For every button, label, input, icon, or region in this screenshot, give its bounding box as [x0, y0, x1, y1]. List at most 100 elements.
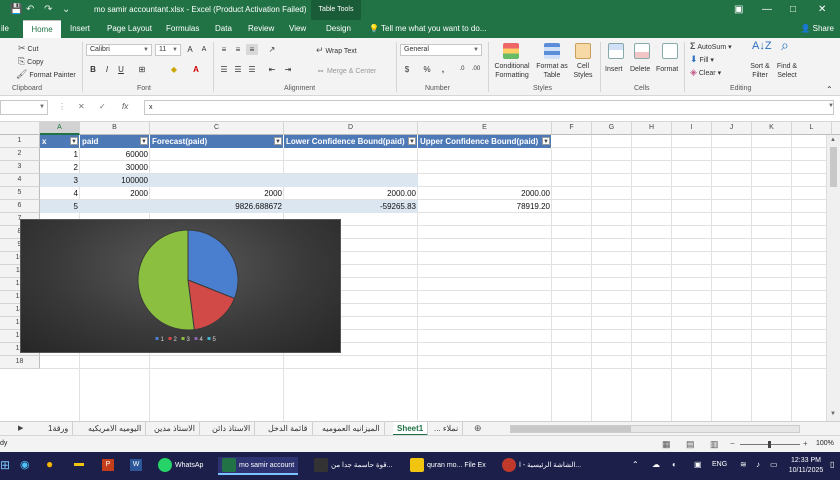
column-header-j[interactable]: J	[712, 122, 752, 135]
orientation-icon[interactable]: ↗	[266, 44, 278, 55]
row-header-3[interactable]: 3	[0, 161, 40, 174]
table-cell[interactable]: 5	[40, 200, 80, 213]
tab-file[interactable]: ile	[0, 20, 18, 38]
zoom-slider-thumb[interactable]	[768, 441, 771, 448]
vertical-scrollbar[interactable]: ▲ ▼	[826, 135, 840, 421]
format-button[interactable]: Format	[656, 65, 678, 74]
tab-design[interactable]: Design	[326, 20, 351, 38]
align-center-icon[interactable]: ☰	[232, 64, 244, 75]
table-header-2[interactable]: Forecast(paid) ▼	[150, 135, 284, 148]
sheet-tab-5[interactable]: قائمة الدخل	[264, 422, 313, 436]
currency-button[interactable]: $	[401, 64, 413, 75]
scroll-sheets-icon[interactable]: ▶	[18, 424, 23, 432]
sheet-tab-6[interactable]: الميزانيه العموميه	[318, 422, 385, 436]
magnifier-icon[interactable]: ⌕	[781, 38, 789, 52]
column-header-a[interactable]: A	[40, 122, 80, 135]
windows-start-icon[interactable]: ⊞	[0, 458, 10, 472]
table-cell[interactable]: 1	[40, 148, 80, 161]
cell-styles-icon[interactable]	[575, 43, 591, 59]
shrink-font-icon[interactable]: A	[198, 44, 210, 55]
format-cells-icon[interactable]	[662, 43, 678, 59]
filter-dropdown-icon[interactable]: ▼	[408, 137, 416, 145]
column-header-c[interactable]: C	[150, 122, 284, 135]
table-header-1[interactable]: paid ▼	[80, 135, 150, 148]
italic-button[interactable]: I	[101, 64, 113, 75]
filter-dropdown-icon[interactable]: ▼	[542, 137, 550, 145]
cell-styles-button[interactable]: Cell Styles	[568, 62, 598, 80]
increase-indent-icon[interactable]: ⇥	[282, 64, 294, 75]
redo-icon[interactable]: ↷	[44, 4, 52, 15]
font-name-select[interactable]: Calibri ▼	[86, 44, 152, 56]
table-cell[interactable]: 2000.00	[418, 187, 552, 200]
tab-home[interactable]: Home	[23, 20, 61, 38]
clock-time[interactable]: 12:33 PM	[788, 457, 824, 464]
column-header-b[interactable]: B	[80, 122, 150, 135]
format-as-table-icon[interactable]	[544, 43, 560, 59]
minimize-button[interactable]: —	[762, 3, 772, 17]
delete-button[interactable]: Delete	[630, 65, 650, 74]
select-all-corner[interactable]	[0, 122, 40, 135]
underline-button[interactable]: U	[115, 64, 127, 75]
font-color-icon[interactable]: A	[190, 64, 202, 75]
find-select-button[interactable]: Find & Select	[772, 62, 802, 80]
row-header-4[interactable]: 4	[0, 174, 40, 187]
maximize-button[interactable]: □	[790, 3, 796, 17]
delete-cells-icon[interactable]	[634, 43, 650, 59]
format-as-table-button[interactable]: Format as Table	[534, 62, 570, 80]
bold-button[interactable]: B	[87, 64, 99, 75]
table-cell[interactable]: 30000	[80, 161, 150, 174]
tray-chevron-icon[interactable]: ⌃	[632, 460, 639, 469]
clear-button[interactable]: ◈ Clear ▾	[690, 68, 721, 78]
row-header-5[interactable]: 5	[0, 187, 40, 200]
language-indicator[interactable]: ENG	[712, 461, 727, 468]
decrease-indent-icon[interactable]: ⇤	[266, 64, 278, 75]
sheet-tab-active[interactable]: Sheet1	[393, 422, 429, 436]
battery-icon[interactable]: ▭	[770, 460, 778, 469]
customize-icon[interactable]: ⌄	[62, 4, 70, 15]
table-header-0[interactable]: x ▼	[40, 135, 80, 148]
row-header-18[interactable]: 18	[0, 356, 40, 369]
pie-chart[interactable]: 1 2 3 4 5	[20, 219, 341, 353]
column-header-h[interactable]: H	[632, 122, 672, 135]
taskbar-whatsapp[interactable]: WhatsAp	[158, 457, 203, 475]
normal-view-icon[interactable]: ▦	[662, 439, 671, 450]
h-scroll-thumb[interactable]	[511, 426, 631, 432]
table-cell[interactable]: 2	[40, 161, 80, 174]
scroll-thumb[interactable]	[830, 147, 837, 187]
expand-formula-icon[interactable]: ▼	[828, 103, 834, 109]
scroll-up-icon[interactable]: ▲	[830, 137, 836, 143]
column-header-i[interactable]: I	[672, 122, 712, 135]
font-size-select[interactable]: 11 ▼	[155, 44, 181, 56]
file-explorer-icon[interactable]: ▬	[74, 458, 84, 469]
zoom-level[interactable]: 100%	[816, 440, 834, 447]
powerpoint-icon[interactable]: P	[102, 459, 114, 471]
percent-button[interactable]: %	[421, 64, 433, 75]
table-header-4[interactable]: Upper Confidence Bound(paid) ▼	[418, 135, 552, 148]
notifications-icon[interactable]: ▯	[830, 460, 834, 469]
filter-dropdown-icon[interactable]: ▼	[274, 137, 282, 145]
sort-filter-button[interactable]: Sort & Filter	[745, 62, 775, 80]
column-header-e[interactable]: E	[418, 122, 552, 135]
sort-filter-icon[interactable]: A↓Z	[752, 41, 772, 52]
sheet-tab-more[interactable]: ... نملاء	[430, 422, 464, 436]
align-right-icon[interactable]: ☰	[246, 64, 258, 75]
grow-font-icon[interactable]: A	[184, 44, 196, 55]
merge-center-button[interactable]: ⇔ Merge & Center	[316, 66, 376, 76]
align-top-icon[interactable]: ≡	[218, 44, 230, 55]
conditional-formatting-icon[interactable]	[503, 43, 519, 59]
scroll-down-icon[interactable]: ▼	[830, 411, 836, 417]
table-cell[interactable]: 9826.688672	[150, 200, 284, 213]
column-header-m[interactable]: M	[832, 122, 840, 135]
format-painter-button[interactable]: 🖌 Format Painter	[16, 70, 76, 80]
table-cell[interactable]: -59265.83	[284, 200, 418, 213]
table-cell[interactable]: 100000	[80, 174, 150, 187]
table-cell[interactable]: 2000	[150, 187, 284, 200]
filter-dropdown-icon[interactable]: ▼	[140, 137, 148, 145]
speaker-icon[interactable]: ♪	[756, 460, 760, 469]
zoom-in-icon[interactable]: +	[803, 439, 808, 448]
column-header-d[interactable]: D	[284, 122, 418, 135]
tell-me-search[interactable]: 💡 Tell me what you want to do...	[369, 20, 486, 38]
tab-data[interactable]: Data	[215, 20, 232, 38]
clock-date[interactable]: 10/11/2025	[786, 467, 826, 474]
page-layout-view-icon[interactable]: ▤	[686, 439, 695, 450]
